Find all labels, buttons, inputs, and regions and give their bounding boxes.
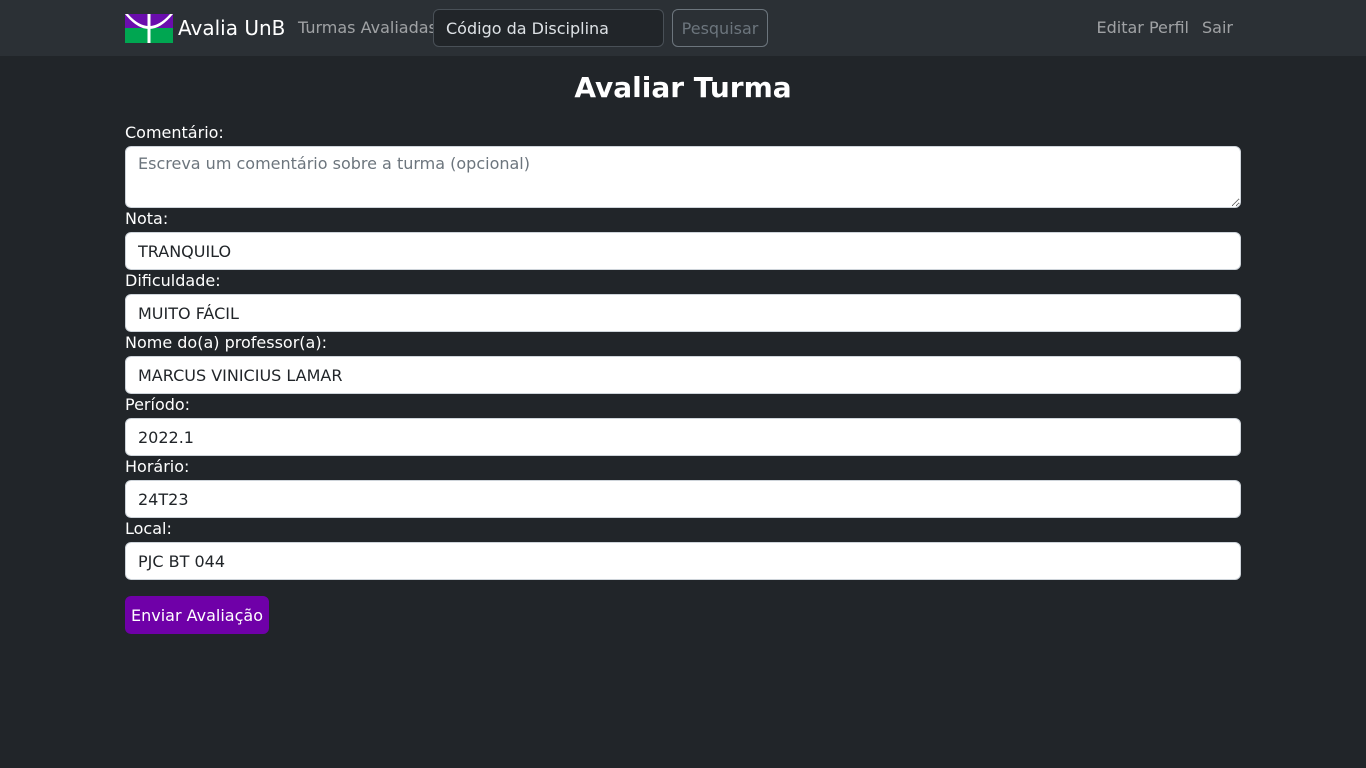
enviar-avaliacao-button[interactable]: Enviar Avaliação — [125, 596, 269, 634]
local-label: Local: — [125, 519, 172, 538]
nav-turmas-avaliadas[interactable]: Turmas Avaliadas — [298, 16, 437, 40]
professor-input[interactable] — [125, 356, 1241, 394]
dificuldade-label: Dificuldade: — [125, 271, 221, 290]
unb-logo-icon — [125, 14, 173, 43]
comentario-textarea[interactable] — [125, 146, 1241, 208]
horario-label: Horário: — [125, 457, 190, 476]
search-input[interactable] — [433, 9, 664, 47]
horario-input[interactable] — [125, 480, 1241, 518]
top-navbar: Avalia UnB Turmas Avaliadas Pesquisar Ed… — [0, 0, 1366, 56]
professor-label: Nome do(a) professor(a): — [125, 333, 327, 352]
search-button[interactable]: Pesquisar — [672, 9, 768, 47]
nav-sair[interactable]: Sair — [1202, 16, 1233, 40]
periodo-input[interactable] — [125, 418, 1241, 456]
nav-editar-perfil[interactable]: Editar Perfil — [1097, 16, 1189, 40]
nota-label: Nota: — [125, 209, 169, 228]
comentario-label: Comentário: — [125, 123, 224, 142]
periodo-label: Período: — [125, 395, 191, 414]
dificuldade-input[interactable] — [125, 294, 1241, 332]
page-title: Avaliar Turma — [574, 71, 792, 104]
local-input[interactable] — [125, 542, 1241, 580]
nota-input[interactable] — [125, 232, 1241, 270]
brand-link[interactable]: Avalia UnB — [125, 14, 285, 43]
brand-text: Avalia UnB — [178, 16, 286, 40]
